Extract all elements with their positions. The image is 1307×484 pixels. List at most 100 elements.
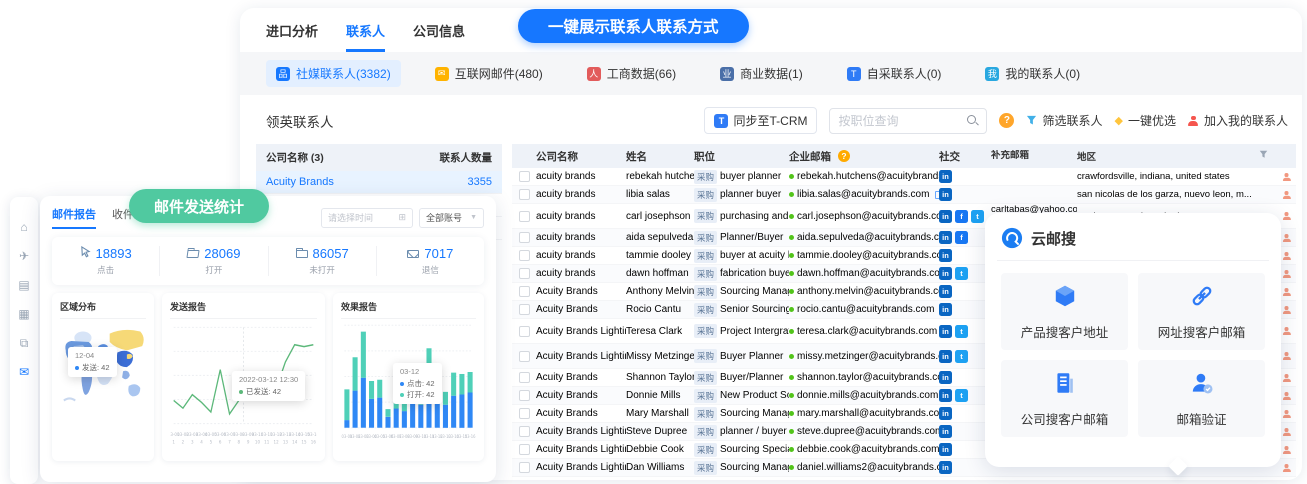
search-icon[interactable] <box>967 115 978 126</box>
row-checkbox[interactable] <box>519 444 530 455</box>
row-add-contact-icon[interactable] <box>1282 464 1291 472</box>
row-checkbox[interactable] <box>519 462 530 473</box>
linkedin-icon[interactable]: in <box>939 188 952 201</box>
row-checkbox[interactable] <box>519 351 530 362</box>
subtab-internet-mail[interactable]: ✉互联网邮件(480) <box>425 60 553 87</box>
tab-import-analysis[interactable]: 进口分析 <box>266 21 318 52</box>
company-row[interactable]: Acuity Brands3355 <box>256 171 502 194</box>
subtab-business-registry[interactable]: 人工商数据(66) <box>577 60 686 87</box>
cell-title: 采购Sourcing Specialist <box>694 443 789 457</box>
linkedin-icon[interactable]: in <box>939 303 952 316</box>
tab-company-info[interactable]: 公司信息 <box>413 21 465 52</box>
cloud-card-company-search-email[interactable]: 公司搜客户邮箱 <box>1001 360 1128 437</box>
linkedin-icon[interactable]: in <box>939 249 952 262</box>
linkedin-icon[interactable]: in <box>939 425 952 438</box>
twitter-icon[interactable]: t <box>971 210 984 223</box>
email-help-icon[interactable]: ? <box>838 150 850 162</box>
mail-icon[interactable]: ✉ <box>19 366 29 378</box>
linkedin-icon[interactable]: in <box>939 267 952 280</box>
row-checkbox[interactable] <box>519 211 530 222</box>
row-add-contact-icon[interactable] <box>1282 252 1291 260</box>
row-checkbox[interactable] <box>519 268 530 279</box>
subtab-self-collected[interactable]: T自采联系人(0) <box>837 60 952 87</box>
twitter-icon[interactable]: t <box>955 325 968 338</box>
row-add-contact-icon[interactable] <box>1282 306 1291 314</box>
cloud-card-email-verify[interactable]: 邮箱验证 <box>1138 360 1265 437</box>
row-add-contact-icon[interactable] <box>1282 173 1291 181</box>
svg-text:9: 9 <box>247 439 250 445</box>
email-status-dot <box>789 289 794 294</box>
row-add-contact-icon[interactable] <box>1282 392 1291 400</box>
account-select[interactable]: 全部账号 ▼ <box>419 208 484 228</box>
twitter-icon[interactable]: t <box>955 389 968 402</box>
templates-icon[interactable]: ▤ <box>18 279 29 291</box>
mail-panel-controls: 请选择时间 ⊞ 全部账号 ▼ <box>321 208 484 228</box>
row-add-contact-icon[interactable] <box>1282 270 1291 278</box>
facebook-icon[interactable]: f <box>955 210 968 223</box>
linkedin-icon[interactable]: in <box>939 170 952 183</box>
row-checkbox[interactable] <box>519 286 530 297</box>
row-add-contact-icon[interactable] <box>1282 191 1291 199</box>
twitter-icon[interactable]: t <box>955 350 968 363</box>
row-checkbox[interactable] <box>519 232 530 243</box>
row-checkbox[interactable] <box>519 304 530 315</box>
tab-contacts[interactable]: 联系人 <box>346 21 385 52</box>
row-checkbox[interactable] <box>519 390 530 401</box>
facebook-icon[interactable]: f <box>955 231 968 244</box>
linkedin-icon[interactable]: in <box>939 285 952 298</box>
row-checkbox[interactable] <box>519 250 530 261</box>
linkedin-icon[interactable]: in <box>939 371 952 384</box>
copy-icon[interactable] <box>935 191 939 199</box>
linkedin-icon[interactable]: in <box>939 443 952 456</box>
filter-contacts-button[interactable]: 筛选联系人 <box>1026 112 1102 129</box>
sync-tcrm-button[interactable]: T 同步至T-CRM <box>704 107 817 134</box>
email-status-dot <box>789 307 794 312</box>
row-add-contact-icon[interactable] <box>1282 234 1291 242</box>
linkedin-icon[interactable]: in <box>939 350 952 363</box>
add-to-my-contacts-button[interactable]: 加入我的联系人 <box>1188 112 1288 129</box>
mail-tab-mail-report[interactable]: 邮件报告 <box>52 206 96 229</box>
row-checkbox-cell <box>512 232 536 243</box>
help-icon[interactable]: ? <box>999 113 1014 128</box>
row-add-contact-icon[interactable] <box>1282 288 1291 296</box>
row-add-contact-icon[interactable] <box>1282 352 1291 360</box>
row-add-contact-icon[interactable] <box>1282 327 1291 335</box>
row-checkbox[interactable] <box>519 408 530 419</box>
linkedin-icon[interactable]: in <box>939 210 952 223</box>
copy-icon[interactable]: ⧉ <box>20 337 29 349</box>
row-checkbox[interactable] <box>519 426 530 437</box>
linkedin-icon[interactable]: in <box>939 407 952 420</box>
row-add-contact-icon[interactable] <box>1282 410 1291 418</box>
date-range-picker[interactable]: 请选择时间 ⊞ <box>321 208 413 228</box>
linkedin-icon[interactable]: in <box>939 389 952 402</box>
row-add-contact-icon[interactable] <box>1282 212 1291 220</box>
subtab-commercial-data[interactable]: 业商业数据(1) <box>710 60 813 87</box>
row-add-contact-icon[interactable] <box>1282 428 1291 436</box>
email-status-dot <box>789 271 794 276</box>
calendar-icon: ⊞ <box>399 212 407 223</box>
row-checkbox[interactable] <box>519 372 530 383</box>
one-key-optimize-button[interactable]: ◆ 一键优选 <box>1115 112 1176 129</box>
subtab-my-contacts[interactable]: 我我的联系人(0) <box>975 60 1090 87</box>
cell-email: rocio.cantu@acuitybrands.com <box>789 304 939 315</box>
region-filter-icon[interactable] <box>1259 150 1268 162</box>
campaign-icon[interactable]: ✈ <box>19 250 29 262</box>
twitter-icon[interactable]: t <box>955 267 968 280</box>
title-text: Buyer Planner <box>720 351 783 362</box>
search-input[interactable] <box>838 114 967 128</box>
linkedin-icon[interactable]: in <box>939 461 952 474</box>
cell-social: in <box>939 303 991 316</box>
row-checkbox[interactable] <box>519 171 530 182</box>
home-icon[interactable]: ⌂ <box>20 221 27 233</box>
apps-icon[interactable]: ▦ <box>18 308 29 320</box>
linkedin-icon[interactable]: in <box>939 325 952 338</box>
cloud-card-url-search-email[interactable]: 网址搜客户邮箱 <box>1138 273 1265 350</box>
row-checkbox[interactable] <box>519 326 530 337</box>
row-checkbox[interactable] <box>519 189 530 200</box>
row-add-contact-icon[interactable] <box>1282 374 1291 382</box>
linkedin-icon[interactable]: in <box>939 231 952 244</box>
email-text: tammie.dooley@acuitybrands.com <box>797 250 939 261</box>
cloud-card-product-search-address[interactable]: 产品搜客户地址 <box>1001 273 1128 350</box>
row-add-contact-icon[interactable] <box>1282 446 1291 454</box>
subtab-social-contacts[interactable]: 品社媒联系人(3382) <box>266 60 401 87</box>
